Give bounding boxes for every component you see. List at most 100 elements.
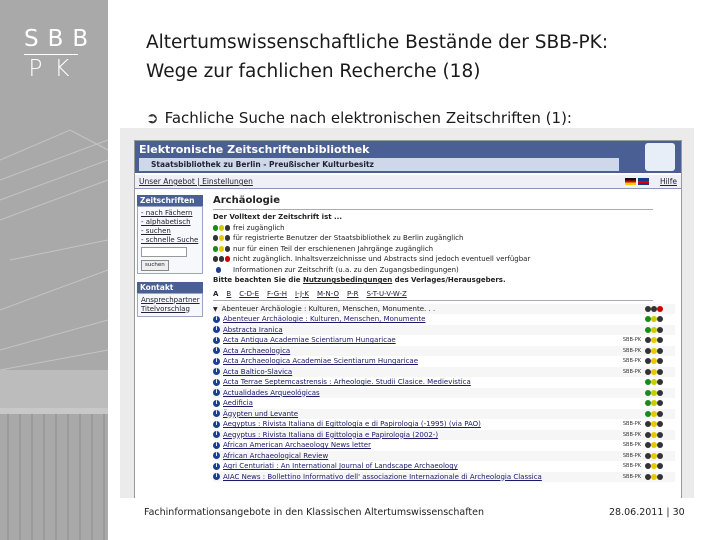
footer-text: Fachinformationsangebote in den Klassisc…	[144, 507, 485, 518]
journal-row: i Acta Baltico-Slavica SBB-PK	[213, 366, 675, 377]
info-icon[interactable]: i	[213, 378, 220, 386]
link-by-subject[interactable]: - nach Fächern	[141, 209, 199, 218]
letter-link[interactable]: P-R	[347, 290, 358, 298]
info-icon[interactable]: i	[213, 462, 220, 470]
journal-title[interactable]: Aegyptus : Rivista Italiana di Egittolog…	[223, 420, 481, 428]
link-title-suggestion[interactable]: Titelvorschlag	[141, 305, 199, 314]
english-flag-icon[interactable]	[638, 178, 649, 185]
journal-title[interactable]: Ägypten und Levante	[223, 410, 298, 418]
journal-title[interactable]: Acta Antiqua Academiae Scientiarum Hunga…	[223, 336, 396, 344]
journal-title[interactable]: Actualidades Arqueológicas	[223, 389, 320, 397]
info-legend-text: Informationen zur Zeitschrift (u.a. zu d…	[233, 265, 459, 274]
journal-row: i Acta Terrae Septemcastrensis : Arheolog…	[213, 377, 675, 388]
ezb-nav-bar: Unser Angebot | Einstellungen Hilfe	[135, 175, 681, 189]
info-icon[interactable]: i	[213, 441, 220, 449]
ezb-page: Elektronische Zeitschriftenbibliothek St…	[134, 140, 682, 498]
traffic-light-icon	[645, 358, 671, 364]
letter-link[interactable]: B	[226, 290, 231, 298]
info-icon[interactable]: i	[213, 357, 220, 365]
info-icon[interactable]: i	[213, 347, 220, 354]
info-icon[interactable]: i	[213, 336, 220, 344]
journal-title[interactable]: Acta Archaeologica Academiae Scientiarum…	[223, 357, 418, 365]
info-icon[interactable]: i	[213, 315, 220, 323]
legend-item-text: frei zugänglich	[233, 223, 285, 232]
slide-title: Altertumswissenschaftliche Bestände der …	[146, 28, 706, 86]
ezb-help-link[interactable]: Hilfe	[660, 175, 677, 188]
letter-link[interactable]: A	[213, 290, 218, 298]
traffic-light-icon	[645, 379, 671, 385]
letter-link[interactable]: I-J-K	[295, 290, 309, 298]
info-icon[interactable]: i	[213, 399, 220, 407]
traffic-light-icon	[645, 400, 671, 406]
journal-title[interactable]: Abenteuer Archäologie : Kulturen, Mensch…	[223, 315, 425, 323]
info-icon	[213, 266, 229, 273]
sbb-badge: SBB-PK	[622, 431, 641, 438]
journal-title[interactable]: Abenteuer Archäologie : Kulturen, Mensch…	[222, 305, 436, 313]
sbb-badge: SBB-PK	[622, 463, 641, 469]
journal-row: i Abstracta Iranica	[213, 324, 675, 335]
info-icon[interactable]: i	[213, 420, 220, 428]
journals-box: - nach Fächern - alphabetisch - suchen -…	[137, 206, 203, 274]
journal-row: i Aegyptus : Rivista Italiana di Egittolo…	[213, 429, 675, 440]
traffic-light-icon	[645, 326, 671, 333]
journal-title[interactable]: Acta Archaeologica	[223, 347, 290, 355]
divider	[213, 209, 653, 210]
info-icon[interactable]: i	[213, 452, 220, 459]
journal-title[interactable]: Abstracta Iranica	[223, 326, 283, 334]
traffic-light-icon	[645, 473, 671, 480]
info-legend: Informationen zur Zeitschrift (u.a. zu d…	[213, 265, 675, 276]
german-flag-icon[interactable]	[625, 178, 636, 185]
slide-title-line2: Wege zur fachlichen Recherche (18)	[146, 61, 481, 82]
letter-link[interactable]: F-G-H	[267, 290, 287, 298]
ezb-nav-links[interactable]: Unser Angebot | Einstellungen	[139, 175, 253, 188]
journal-title[interactable]: African Archaeological Review	[223, 452, 328, 460]
info-icon[interactable]: i	[213, 410, 220, 417]
link-quick-search[interactable]: - schnelle Suche	[141, 236, 199, 245]
sbb-badge: SBB-PK	[622, 452, 641, 459]
traffic-light-icon	[645, 442, 671, 448]
journal-title[interactable]: Aegyptus : Rivista Italiana di Egittolog…	[223, 431, 438, 439]
journal-title[interactable]: Agri Centuriati : An International Journ…	[223, 462, 458, 470]
info-icon[interactable]: i	[213, 326, 220, 333]
terms-notice-pre: Bitte beachten Sie die	[213, 276, 303, 284]
info-icon[interactable]: i	[213, 368, 220, 375]
legend-item: nur für einen Teil der erschienenen Jahr…	[213, 244, 675, 255]
traffic-light-icon	[645, 347, 671, 354]
link-contact-person[interactable]: Ansprechpartner	[141, 296, 200, 305]
journal-title[interactable]: African American Archaeology News letter	[223, 441, 371, 449]
link-alphabetic[interactable]: - alphabetisch	[141, 218, 199, 227]
journal-row: i African American Archaeology News lette…	[213, 440, 675, 451]
letter-link[interactable]: S-T-U-V-W-Z	[366, 290, 406, 298]
quick-search-button[interactable]: suchen	[141, 259, 169, 271]
language-flags[interactable]	[625, 178, 651, 191]
legend-item: frei zugänglich	[213, 223, 675, 234]
contact-box: Ansprechpartner Titelvorschlag	[137, 292, 203, 317]
terms-link[interactable]: Nutzungsbedingungen	[303, 276, 392, 284]
expand-arrow-icon[interactable]: ▼	[213, 306, 218, 313]
info-icon[interactable]: i	[213, 389, 220, 396]
ezb-screenshot: Elektronische Zeitschriftenbibliothek St…	[120, 128, 694, 498]
journal-row: i AIAC News : Bollettino Informativo dell…	[213, 471, 675, 482]
info-icon[interactable]: i	[213, 431, 220, 438]
journal-row: i Abenteuer Archäologie : Kulturen, Mensc…	[213, 314, 675, 325]
journal-list: ▼ Abenteuer Archäologie : Kulturen, Mensc…	[213, 303, 675, 482]
link-search[interactable]: - suchen	[141, 227, 199, 236]
journal-row: i African Archaeological Review SBB-PK	[213, 450, 675, 461]
contact-heading: Kontakt	[137, 281, 203, 293]
traffic-light-icon	[213, 224, 230, 231]
traffic-light-icon	[645, 463, 671, 469]
info-icon[interactable]: i	[213, 473, 220, 480]
terms-notice-post: des Verlages/Herausgebers.	[392, 276, 506, 284]
journal-title[interactable]: AIAC News : Bollettino Informativo dell'…	[223, 473, 542, 481]
traffic-light-icon	[645, 452, 671, 459]
letter-link[interactable]: M-N-O	[317, 290, 339, 298]
journal-title[interactable]: Acta Terrae Septemcastrensis : Arheologi…	[223, 378, 471, 386]
letter-index: A B C-D-E F-G-H I-J-K M-N-O P-R S-T-U-V-W-Z	[213, 290, 653, 301]
journal-title[interactable]: Acta Baltico-Slavica	[223, 368, 292, 376]
logo-rule	[24, 54, 78, 55]
journal-title[interactable]: Aedificia	[223, 399, 253, 407]
building-illustration	[0, 129, 108, 540]
sbb-badge: SBB-PK	[622, 473, 641, 480]
letter-link[interactable]: C-D-E	[239, 290, 259, 298]
quick-search-input[interactable]	[141, 247, 187, 257]
